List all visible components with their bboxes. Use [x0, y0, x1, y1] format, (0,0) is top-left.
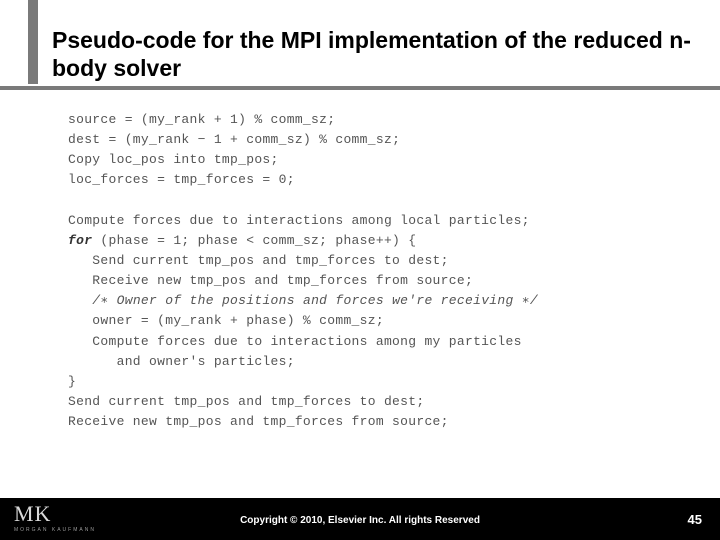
slide-title: Pseudo-code for the MPI implementation o…	[52, 26, 700, 82]
code-line: Send current tmp_pos and tmp_forces to d…	[68, 394, 424, 409]
code-comment: /∗ Owner of the positions and forces we'…	[68, 293, 538, 308]
code-line: dest = (my_rank − 1 + comm_sz) % comm_sz…	[68, 132, 400, 147]
page-number: 45	[688, 512, 702, 527]
code-line: for (phase = 1; phase < comm_sz; phase++…	[68, 233, 416, 248]
footer-bar: MK MORGAN KAUFMANN Copyright © 2010, Els…	[0, 498, 720, 540]
code-line: loc_forces = tmp_forces = 0;	[68, 172, 295, 187]
keyword-for: for	[68, 233, 92, 248]
pseudocode-block: source = (my_rank + 1) % comm_sz; dest =…	[68, 110, 690, 432]
logo-subtext: MORGAN KAUFMANN	[14, 527, 96, 533]
code-line: }	[68, 374, 76, 389]
code-line: source = (my_rank + 1) % comm_sz;	[68, 112, 335, 127]
code-line: Send current tmp_pos and tmp_forces to d…	[68, 253, 449, 268]
code-line: Compute forces due to interactions among…	[68, 334, 522, 349]
code-line: Receive new tmp_pos and tmp_forces from …	[68, 273, 473, 288]
code-line: Receive new tmp_pos and tmp_forces from …	[68, 414, 449, 429]
copyright-text: Copyright © 2010, Elsevier Inc. All righ…	[0, 515, 720, 526]
accent-horizontal-bar	[0, 86, 720, 90]
code-line: Copy loc_pos into tmp_pos;	[68, 152, 279, 167]
code-line: Compute forces due to interactions among…	[68, 213, 530, 228]
accent-vertical-bar	[28, 0, 38, 84]
code-line: owner = (my_rank + phase) % comm_sz;	[68, 313, 384, 328]
code-line: and owner's particles;	[68, 354, 295, 369]
